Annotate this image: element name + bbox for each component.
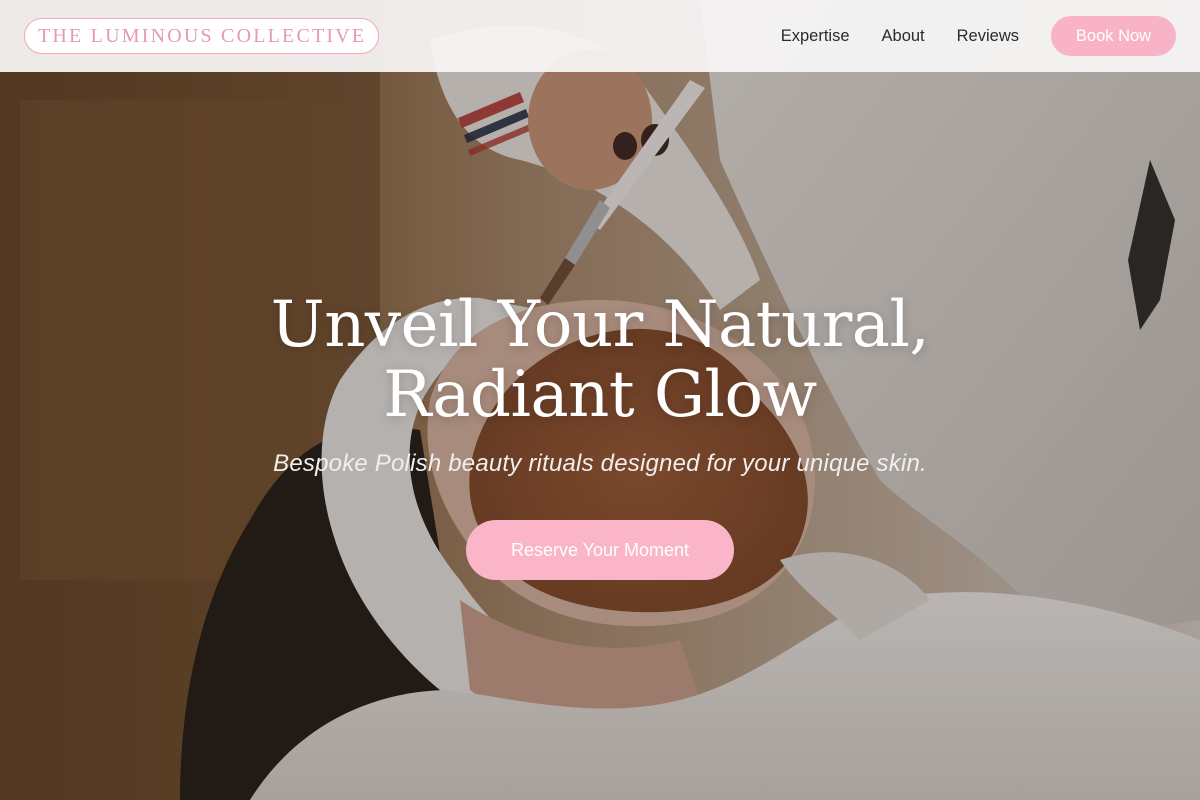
nav-link-about[interactable]: About (882, 27, 925, 46)
site-header: THE LUMINOUS COLLECTIVE Expertise About … (0, 0, 1200, 72)
book-now-button[interactable]: Book Now (1051, 16, 1176, 56)
landing-page: THE LUMINOUS COLLECTIVE Expertise About … (0, 0, 1200, 800)
hero-section: Unveil Your Natural, Radiant Glow Bespok… (0, 290, 1200, 580)
main-nav: Expertise About Reviews Book Now (781, 16, 1176, 56)
nav-link-reviews[interactable]: Reviews (957, 27, 1019, 46)
hero-subtitle: Bespoke Polish beauty rituals designed f… (273, 450, 927, 477)
hero-title-line-2: Radiant Glow (383, 358, 817, 432)
hero-title: Unveil Your Natural, Radiant Glow (0, 290, 1200, 430)
brand-logo[interactable]: THE LUMINOUS COLLECTIVE (24, 18, 380, 54)
reserve-moment-button[interactable]: Reserve Your Moment (466, 520, 734, 580)
hero-title-line-1: Unveil Your Natural, (270, 288, 930, 362)
nav-link-expertise[interactable]: Expertise (781, 27, 850, 46)
